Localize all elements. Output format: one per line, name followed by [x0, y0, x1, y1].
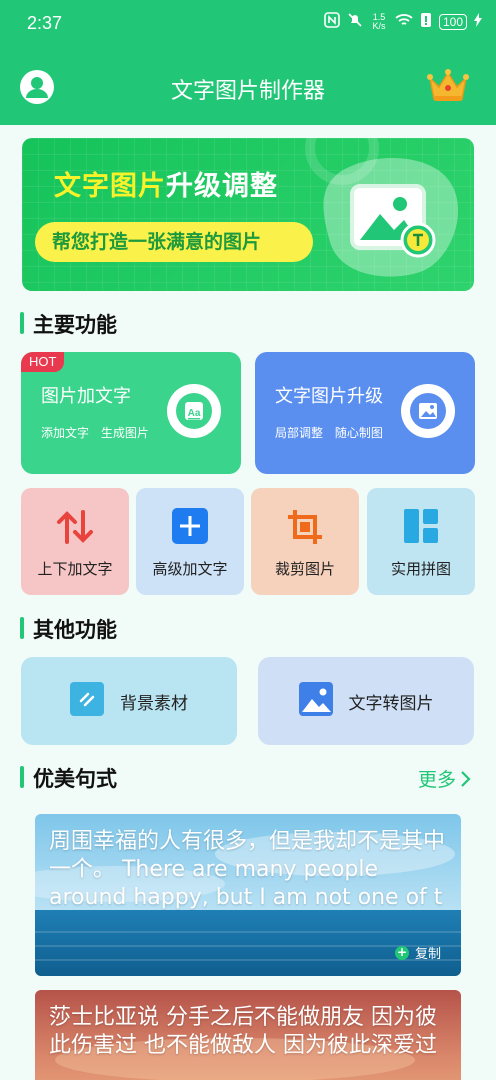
- card-subtitle: 局部调整 随心制图: [275, 426, 383, 440]
- quote-card[interactable]: 周围幸福的人有很多，但是我却不是其中一个。 There are many peo…: [35, 814, 461, 976]
- card-subtitle: 添加文字 生成图片: [41, 426, 149, 440]
- up-down-arrows-icon: [21, 508, 129, 546]
- background-material-button[interactable]: 背景素材: [21, 657, 237, 745]
- crop-image-button[interactable]: 裁剪图片: [251, 488, 359, 595]
- nfc-icon: [324, 12, 340, 31]
- copy-button[interactable]: + 复制: [394, 943, 441, 962]
- collage-button[interactable]: 实用拼图: [367, 488, 475, 595]
- app-bar: 文字图片制作器: [0, 48, 496, 125]
- top-bottom-text-button[interactable]: 上下加文字: [21, 488, 129, 595]
- quote-text: 周围幸福的人有很多，但是我却不是其中一个。 There are many peo…: [49, 829, 446, 910]
- alert-icon: [420, 12, 432, 31]
- card-label: 实用拼图: [390, 560, 451, 578]
- battery-indicator: 100: [438, 13, 467, 30]
- text-image-upgrade-card[interactable]: 文字图片升级 局部调整 随心制图: [255, 352, 475, 474]
- more-label: 更多: [417, 769, 456, 791]
- charging-icon: [474, 13, 482, 30]
- status-time: 2:37: [27, 13, 63, 33]
- card-label: 背景素材: [120, 693, 188, 714]
- app-title: 文字图片制作器: [170, 79, 325, 104]
- card-label: 高级加文字: [152, 560, 228, 578]
- section-title-main: 主要功能: [20, 309, 117, 339]
- quote-card[interactable]: 莎士比亚说 分手之后不能做朋友 因为彼此伤害过 也不能做敌人 因为彼此深爱过: [35, 990, 461, 1080]
- plus-icon: [136, 508, 244, 544]
- card-label: 文字转图片: [348, 693, 434, 714]
- plus-icon: +: [394, 944, 409, 960]
- image-icon: [401, 384, 455, 438]
- banner-subtitle: 帮您打造一张满意的图片: [35, 222, 313, 262]
- chevron-right-icon: [461, 770, 471, 787]
- collage-icon: [367, 508, 475, 544]
- text-to-image-button[interactable]: 文字转图片: [258, 657, 474, 745]
- more-link[interactable]: 更多: [418, 765, 472, 792]
- status-bar: 2:37 1.5 K/s 100: [0, 0, 496, 48]
- picture-icon: [298, 681, 333, 721]
- banner-title: 文字图片升级调整: [54, 171, 278, 202]
- hot-badge: HOT: [21, 352, 65, 372]
- vip-crown-icon[interactable]: [426, 68, 470, 108]
- card-title: 图片加文字: [41, 386, 131, 407]
- quote-text: 莎士比亚说 分手之后不能做朋友 因为彼此伤害过 也不能做敌人 因为彼此深爱过: [49, 1005, 437, 1058]
- background-icon: [70, 681, 104, 721]
- image-text-icon: Aa: [167, 384, 221, 438]
- banner-image-icon: [320, 152, 460, 286]
- card-title: 文字图片升级: [275, 386, 383, 407]
- svg-text:Aa: Aa: [188, 408, 201, 419]
- net-speed: 1.5 K/s: [372, 11, 386, 31]
- add-text-to-image-card[interactable]: HOT 图片加文字 添加文字 生成图片 Aa: [21, 352, 241, 474]
- promo-banner[interactable]: 文字图片升级调整 帮您打造一张满意的图片: [22, 138, 474, 291]
- crop-icon: [251, 508, 359, 546]
- section-title-quotes: 优美句式: [20, 763, 117, 793]
- section-title-other: 其他功能: [20, 614, 117, 644]
- wifi-icon: [395, 13, 413, 30]
- mute-icon: [347, 12, 363, 31]
- card-label: 裁剪图片: [274, 560, 335, 578]
- copy-label: 复制: [414, 947, 441, 962]
- card-label: 上下加文字: [37, 560, 113, 578]
- advanced-text-button[interactable]: 高级加文字: [136, 488, 244, 595]
